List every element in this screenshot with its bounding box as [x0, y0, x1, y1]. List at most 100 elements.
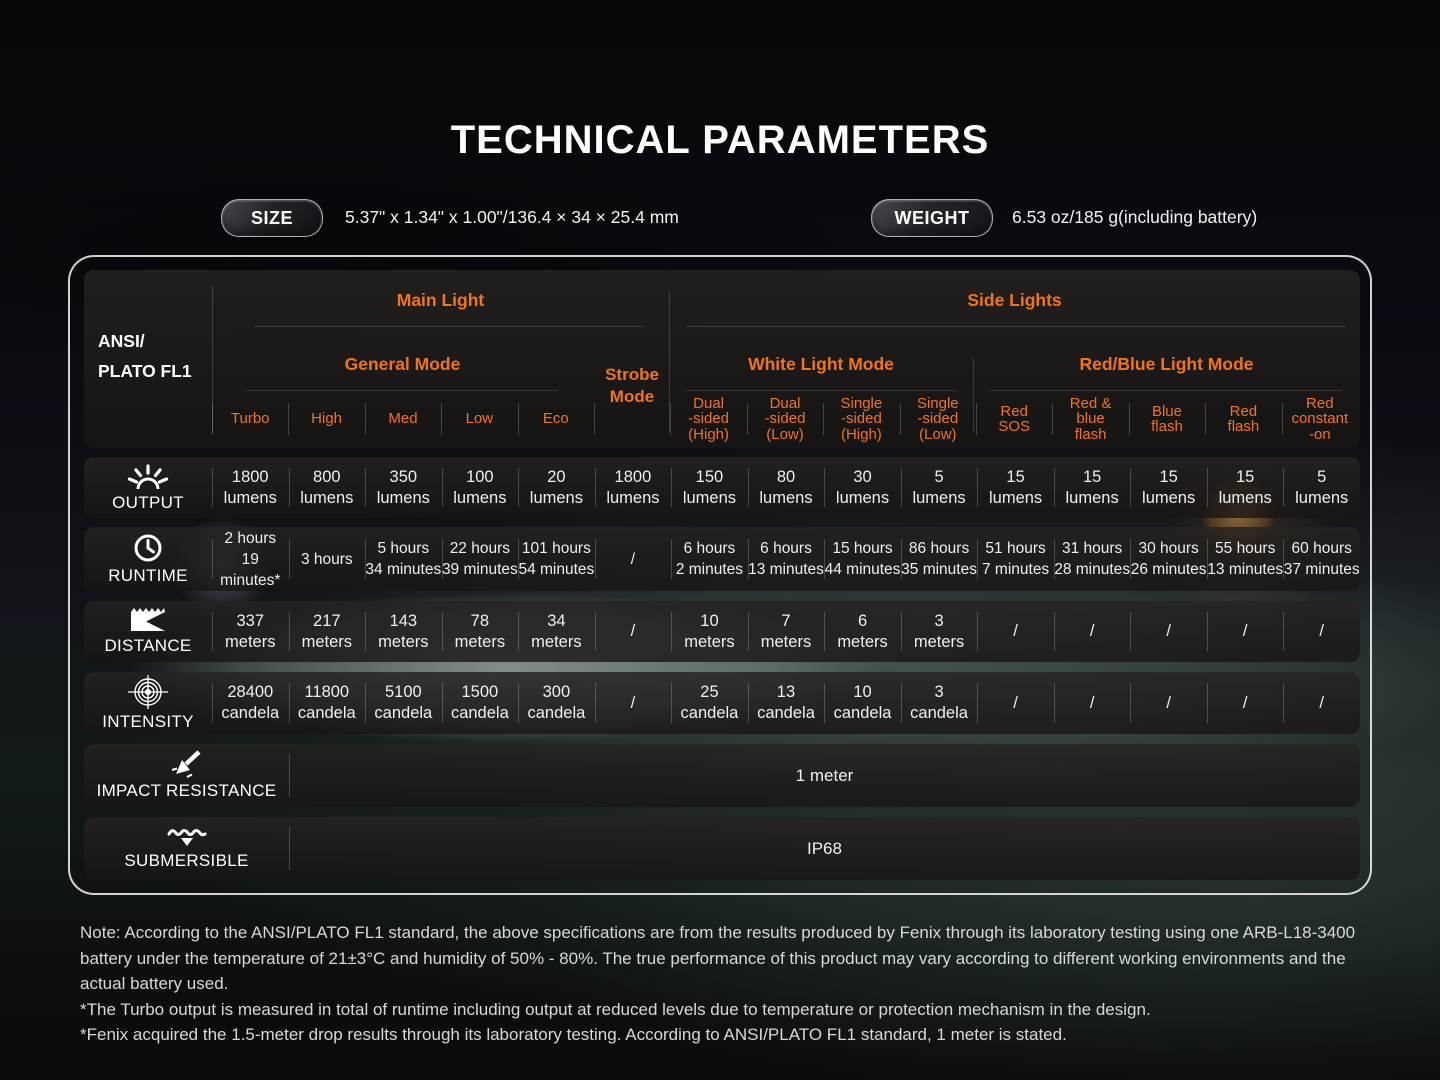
sub-column-label: Turbo: [212, 394, 288, 444]
output-cell: 150 lumens: [671, 457, 748, 518]
intensity-cell: 10 candela: [824, 672, 901, 734]
size-value: 5.37" x 1.34" x 1.00"/136.4 × 34 × 25.4 …: [345, 207, 679, 228]
distance-cell: 217 meters: [289, 601, 366, 662]
intensity-cell: 5100 candela: [365, 672, 442, 734]
row-title: IMPACT RESISTANCE: [97, 781, 277, 801]
table-row-submersible: SUBMERSIBLE IP68: [84, 817, 1360, 880]
spec-table-panel: ANSI/ PLATO FL1 Main Light Side Lights G…: [68, 255, 1372, 895]
distance-cell: /: [977, 601, 1054, 662]
runtime-cell: 6 hours 2 minutes: [671, 527, 748, 591]
divider: [254, 326, 644, 327]
runtime-cell: 2 hours 19 minutes*: [212, 527, 289, 591]
intensity-cell: 300 candela: [518, 672, 595, 734]
output-cell: 15 lumens: [977, 457, 1054, 518]
runtime-cell: 22 hours 39 minutes: [442, 527, 519, 591]
target-icon: [128, 675, 168, 709]
sub-column-label: Med: [365, 394, 441, 444]
clock-icon: [133, 533, 163, 563]
runtime-cell: /: [595, 527, 672, 591]
output-cell: 15 lumens: [1207, 457, 1284, 518]
output-cell: 100 lumens: [442, 457, 519, 518]
sub-column-label: Red constant -on: [1282, 394, 1358, 444]
weight-value: 6.53 oz/185 g(including battery): [1012, 207, 1257, 228]
runtime-cell: 86 hours 35 minutes: [901, 527, 978, 591]
distance-cell: 7 meters: [748, 601, 825, 662]
row-title: INTENSITY: [102, 712, 194, 732]
output-cell: 350 lumens: [365, 457, 442, 518]
impact-arrow-icon: [171, 750, 203, 778]
intensity-cell: /: [1283, 672, 1360, 734]
table-header: ANSI/ PLATO FL1 Main Light Side Lights G…: [84, 270, 1360, 448]
output-cell: 800 lumens: [289, 457, 366, 518]
divider: [246, 390, 558, 391]
sub-column-label: Dual -sided (High): [670, 394, 746, 444]
footnote-main: Note: According to the ANSI/PLATO FL1 st…: [80, 920, 1372, 997]
row-title: OUTPUT: [112, 493, 184, 513]
intensity-cell: /: [1054, 672, 1131, 734]
sub-column-label: Blue flash: [1129, 394, 1205, 444]
footnote-turbo: *The Turbo output is measured in total o…: [80, 997, 1372, 1023]
runtime-cell: 5 hours 34 minutes: [365, 527, 442, 591]
table-row-intensity: INTENSITY 28400 candela11800 candela5100…: [84, 672, 1360, 734]
mode-red-blue-light: Red/Blue Light Mode: [973, 354, 1360, 375]
runtime-cell: 55 hours 13 minutes: [1207, 527, 1284, 591]
intensity-cell: 25 candela: [671, 672, 748, 734]
intensity-cell: /: [595, 672, 672, 734]
row-label-submersible: SUBMERSIBLE: [84, 817, 289, 880]
runtime-cell: 15 hours 44 minutes: [824, 527, 901, 591]
divider: [686, 326, 1346, 327]
distance-cell: 6 meters: [824, 601, 901, 662]
divider: [990, 390, 1342, 391]
water-wave-icon: [167, 826, 207, 848]
row-title: RUNTIME: [108, 566, 188, 586]
intensity-cell: 1500 candela: [442, 672, 519, 734]
intensity-cell: 13 candela: [748, 672, 825, 734]
divider: [686, 390, 956, 391]
sub-column-label: Eco: [518, 394, 594, 444]
table-row-impact-resistance: IMPACT RESISTANCE 1 meter: [84, 744, 1360, 807]
row-title: SUBMERSIBLE: [124, 851, 248, 871]
row-label-runtime: RUNTIME: [84, 527, 212, 591]
runtime-cell: 3 hours: [289, 527, 366, 591]
distance-cell: 143 meters: [365, 601, 442, 662]
sub-column-label: Red flash: [1205, 394, 1281, 444]
runtime-cell: 101 hours 54 minutes: [518, 527, 595, 591]
intensity-cell: 28400 candela: [212, 672, 289, 734]
footnotes: Note: According to the ANSI/PLATO FL1 st…: [80, 920, 1372, 1048]
sub-column-label: Low: [441, 394, 517, 444]
impact-resistance-value: 1 meter: [289, 744, 1360, 807]
intensity-cell: 11800 candela: [289, 672, 366, 734]
page-title: TECHNICAL PARAMETERS: [0, 118, 1440, 163]
mode-general: General Mode: [212, 354, 593, 375]
intensity-cell: /: [1130, 672, 1207, 734]
footnote-drop: *Fenix acquired the 1.5-meter drop resul…: [80, 1022, 1372, 1048]
output-cell: 1800 lumens: [212, 457, 289, 518]
distance-cell: 10 meters: [671, 601, 748, 662]
output-cell: 5 lumens: [901, 457, 978, 518]
row-title: DISTANCE: [104, 636, 191, 656]
sub-column-label: High: [288, 394, 364, 444]
size-badge-label: SIZE: [251, 208, 293, 229]
runtime-cell: 31 hours 28 minutes: [1054, 527, 1131, 591]
output-cell: 1800 lumens: [595, 457, 672, 518]
group-main-light: Main Light: [212, 290, 669, 311]
flag-icon: [130, 607, 166, 633]
output-cell: 20 lumens: [518, 457, 595, 518]
sub-column-label: [594, 394, 670, 444]
distance-cell: 337 meters: [212, 601, 289, 662]
sub-column-label: Single -sided (Low): [900, 394, 976, 444]
distance-cell: 34 meters: [518, 601, 595, 662]
distance-cell: 3 meters: [901, 601, 978, 662]
intensity-cell: /: [977, 672, 1054, 734]
runtime-cell: 6 hours 13 minutes: [748, 527, 825, 591]
distance-cell: /: [1207, 601, 1284, 662]
weight-badge: WEIGHT: [871, 199, 993, 237]
output-cell: 80 lumens: [748, 457, 825, 518]
ansi-plato-label: ANSI/ PLATO FL1: [98, 326, 210, 386]
table-row-runtime: RUNTIME 2 hours 19 minutes*3 hours5 hour…: [84, 527, 1360, 591]
distance-values: 337 meters217 meters143 meters78 meters3…: [212, 601, 1360, 662]
intensity-cell: 3 candela: [901, 672, 978, 734]
sunburst-icon: [126, 462, 170, 490]
distance-cell: /: [1130, 601, 1207, 662]
row-label-impact-resistance: IMPACT RESISTANCE: [84, 744, 289, 807]
